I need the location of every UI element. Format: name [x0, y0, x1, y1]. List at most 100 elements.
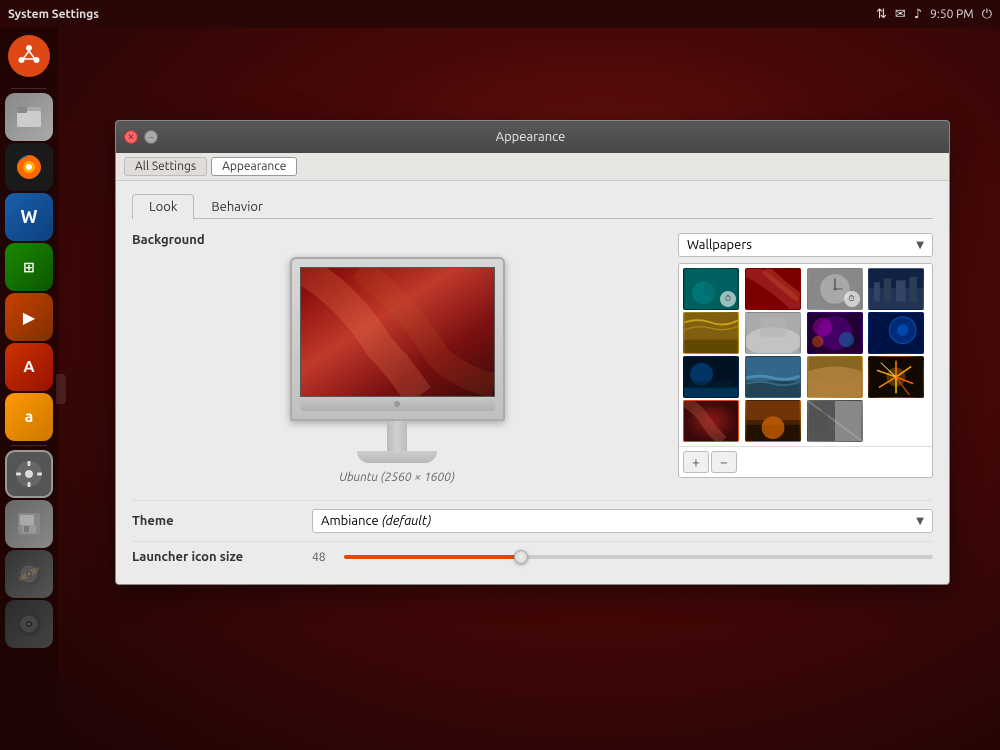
calc-letter: ⊞	[23, 259, 35, 276]
all-settings-breadcrumb[interactable]: All Settings	[124, 157, 207, 176]
launcher-app-calc[interactable]: ⊞	[5, 243, 53, 291]
launcher-app-amazon[interactable]: a	[5, 393, 53, 441]
slider-thumb[interactable]	[514, 550, 528, 564]
desktop: System Settings ⇅ ✉ ♪ 9:50 PM ⏻	[0, 0, 1000, 750]
wallpaper-14-img	[746, 401, 800, 441]
tab-look[interactable]: Look	[132, 194, 194, 219]
software-icon: A	[23, 358, 34, 376]
wallpaper-2-img	[746, 269, 800, 309]
monitor-resolution-label: Ubuntu (2560 × 1600)	[339, 471, 455, 484]
wallpaper-item-12[interactable]	[868, 356, 924, 398]
ubuntu-logo-icon	[15, 42, 43, 70]
launcher-app-files[interactable]	[5, 93, 53, 141]
launcher-app-software[interactable]: A	[5, 343, 53, 391]
wallpaper-item-3[interactable]: ⏱	[807, 268, 863, 310]
launcher: W ⊞ ▶ A a	[0, 28, 58, 750]
launcher-app-floppy[interactable]	[5, 500, 53, 548]
wallpaper-13-img	[684, 401, 738, 441]
wallpaper-item-5[interactable]	[683, 312, 739, 354]
wallpaper-12-img	[869, 357, 923, 397]
wallpaper-item-1[interactable]: ⏱	[683, 268, 739, 310]
wallpaper-item-6[interactable]	[745, 312, 801, 354]
wallpaper-panel: Wallpapers ▼ ⏱	[678, 233, 933, 484]
wallpaper-4-img	[869, 269, 923, 309]
wallpaper-5-img	[684, 313, 738, 353]
wallpaper-type-value: Wallpapers	[687, 238, 752, 252]
window-titlebar: ✕ − Appearance	[116, 121, 949, 153]
slider-track[interactable]	[344, 555, 933, 559]
amazon-icon: a	[25, 408, 34, 426]
wallpaper-item-11[interactable]	[807, 356, 863, 398]
launcher-divider-2	[11, 445, 47, 446]
monitor-bezel-bottom	[300, 397, 495, 411]
wallpaper-dropdown-arrow: ▼	[916, 239, 924, 251]
monitor-frame	[290, 257, 505, 463]
launcher-app-dvd[interactable]	[5, 550, 53, 598]
volume-icon[interactable]: ♪	[914, 7, 922, 22]
wallpaper-6-img	[746, 313, 800, 353]
wallpaper-grid-container: ⏱	[678, 263, 933, 478]
wallpaper-8-img	[869, 313, 923, 353]
tab-behavior[interactable]: Behavior	[194, 194, 280, 219]
bottom-sections: Theme Ambiance (default) ▼ Launcher icon…	[132, 500, 933, 572]
wallpaper-grid-buttons: + −	[679, 446, 932, 477]
clock-display: 9:50 PM	[930, 8, 974, 21]
background-label: Background	[132, 233, 205, 247]
monitor-base	[357, 451, 437, 463]
launcher-app-firefox[interactable]	[5, 143, 53, 191]
appearance-window: ✕ − Appearance All Settings Appearance L…	[115, 120, 950, 585]
wallpaper-item-13[interactable]	[683, 400, 739, 442]
launcher-icon-size-row: Launcher icon size 48	[132, 541, 933, 572]
monitor-screen-graphic	[301, 268, 494, 396]
wallpaper-item-8[interactable]	[868, 312, 924, 354]
wallpaper-type-dropdown[interactable]: Wallpapers ▼	[678, 233, 933, 257]
wallpaper-item-9[interactable]	[683, 356, 739, 398]
clock-overlay-1: ⏱	[720, 291, 736, 307]
wallpaper-item-10[interactable]	[745, 356, 801, 398]
top-panel: System Settings ⇅ ✉ ♪ 9:50 PM ⏻	[0, 0, 1000, 28]
firefox-icon	[11, 149, 47, 185]
monitor-neck	[387, 421, 407, 451]
window-content: Look Behavior Background	[116, 181, 949, 584]
monitor-body	[290, 257, 505, 421]
wallpaper-grid: ⏱	[679, 264, 932, 446]
window-toolbar: All Settings Appearance	[116, 153, 949, 181]
window-title: Appearance	[120, 130, 941, 144]
monitor-screen[interactable]	[300, 267, 495, 397]
wallpaper-15-img	[808, 401, 862, 441]
launcher-app-ubuntu[interactable]	[5, 32, 53, 80]
launcher-app-impress[interactable]: ▶	[5, 293, 53, 341]
ubuntu-logo	[8, 35, 50, 77]
wallpaper-9-img	[684, 357, 738, 397]
theme-dropdown[interactable]: Ambiance (default) ▼	[312, 509, 933, 533]
mail-icon[interactable]: ✉	[895, 7, 906, 22]
floppy-icon	[14, 509, 44, 539]
launcher-app-writer[interactable]: W	[5, 193, 53, 241]
wallpaper-10-img	[746, 357, 800, 397]
theme-value: Ambiance (default)	[321, 514, 431, 528]
add-wallpaper-btn[interactable]: +	[683, 451, 709, 473]
wallpaper-7-img	[808, 313, 862, 353]
launcher-app-settings[interactable]	[5, 450, 53, 498]
theme-control: Ambiance (default) ▼	[312, 509, 933, 533]
launcher-reveal-btn[interactable]	[56, 374, 66, 404]
power-icon[interactable]: ⏻	[982, 7, 992, 22]
clock-overlay-3: ⏱	[844, 291, 860, 307]
wallpaper-item-7[interactable]	[807, 312, 863, 354]
slider-fill	[344, 555, 521, 559]
wallpaper-item-14[interactable]	[745, 400, 801, 442]
wallpaper-item-15[interactable]	[807, 400, 863, 442]
launcher-app-dvd2[interactable]	[5, 600, 53, 648]
wallpaper-item-4[interactable]	[868, 268, 924, 310]
sort-icon[interactable]: ⇅	[876, 7, 887, 22]
slider-value: 48	[312, 551, 336, 564]
panel-right: ⇅ ✉ ♪ 9:50 PM ⏻	[876, 7, 992, 22]
remove-wallpaper-btn[interactable]: −	[711, 451, 737, 473]
monitor-container: Ubuntu (2560 × 1600)	[132, 257, 662, 484]
wallpaper-item-2[interactable]	[745, 268, 801, 310]
settings-icon	[14, 459, 44, 489]
appearance-breadcrumb[interactable]: Appearance	[211, 157, 297, 176]
monitor-dot	[394, 401, 400, 407]
launcher-divider-1	[11, 88, 47, 89]
dvd-icon	[14, 559, 44, 589]
